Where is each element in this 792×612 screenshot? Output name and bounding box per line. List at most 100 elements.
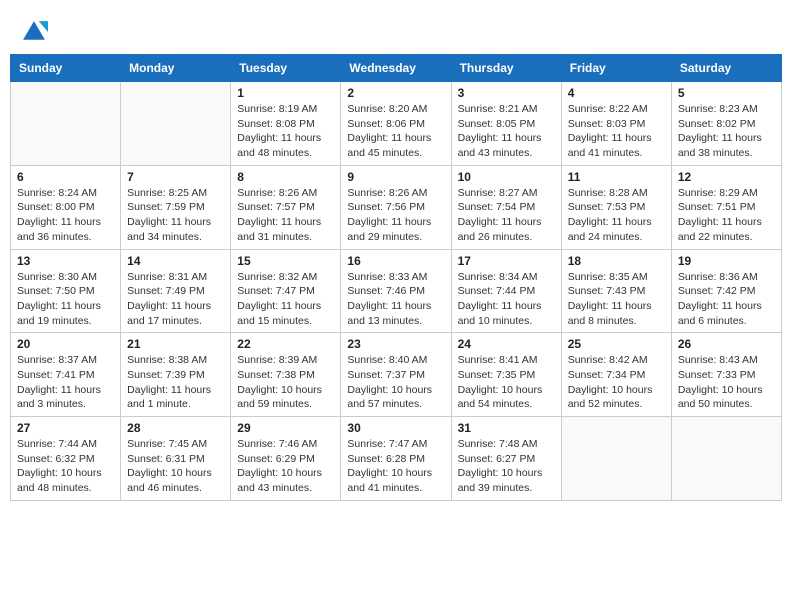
week-row-1: 1 Sunrise: 8:19 AMSunset: 8:08 PMDaylight… <box>11 82 782 166</box>
day-info: Sunrise: 8:26 AMSunset: 7:57 PMDaylight:… <box>237 186 334 245</box>
calendar-cell: 25 Sunrise: 8:42 AMSunset: 7:34 PMDayligh… <box>561 333 671 417</box>
day-number: 10 <box>458 170 555 184</box>
calendar-cell: 13Sunrise: 8:30 AMSunset: 7:50 PMDayligh… <box>11 249 121 333</box>
day-info: Sunrise: 8:25 AMSunset: 7:59 PMDaylight:… <box>127 186 224 245</box>
day-info: Sunrise: 8:33 AMSunset: 7:46 PMDaylight:… <box>347 270 444 329</box>
day-info: Sunrise: 8:19 AMSunset: 8:08 PMDaylight:… <box>237 102 334 161</box>
calendar-cell <box>671 417 781 501</box>
calendar-cell: 9 Sunrise: 8:26 AMSunset: 7:56 PMDaylight… <box>341 165 451 249</box>
day-number: 26 <box>678 337 775 351</box>
day-number: 9 <box>347 170 444 184</box>
day-number: 18 <box>568 254 665 268</box>
calendar-cell: 30 Sunrise: 7:47 AMSunset: 6:28 PMDayligh… <box>341 417 451 501</box>
day-number: 7 <box>127 170 224 184</box>
day-number: 19 <box>678 254 775 268</box>
calendar-cell: 15Sunrise: 8:32 AMSunset: 7:47 PMDayligh… <box>231 249 341 333</box>
calendar-cell: 26Sunrise: 8:43 AMSunset: 7:33 PMDayligh… <box>671 333 781 417</box>
calendar-cell: 5Sunrise: 8:23 AMSunset: 8:02 PMDaylight… <box>671 82 781 166</box>
day-info: Sunrise: 8:29 AMSunset: 7:51 PMDaylight:… <box>678 186 775 245</box>
day-number: 14 <box>127 254 224 268</box>
day-info: Sunrise: 8:37 AMSunset: 7:41 PMDaylight:… <box>17 353 114 412</box>
day-info: Sunrise: 8:35 AMSunset: 7:43 PMDaylight:… <box>568 270 665 329</box>
calendar-cell: 12 Sunrise: 8:29 AMSunset: 7:51 PMDayligh… <box>671 165 781 249</box>
calendar-cell: 24 Sunrise: 8:41 AMSunset: 7:35 PMDayligh… <box>451 333 561 417</box>
calendar-cell: 7 Sunrise: 8:25 AMSunset: 7:59 PMDaylight… <box>121 165 231 249</box>
calendar-cell <box>121 82 231 166</box>
calendar-cell: 20 Sunrise: 8:37 AMSunset: 7:41 PMDayligh… <box>11 333 121 417</box>
day-number: 8 <box>237 170 334 184</box>
header <box>0 0 792 54</box>
day-number: 17 <box>458 254 555 268</box>
day-number: 3 <box>458 86 555 100</box>
day-info: Sunrise: 7:47 AMSunset: 6:28 PMDaylight:… <box>347 437 444 496</box>
calendar-cell: 14Sunrise: 8:31 AMSunset: 7:49 PMDayligh… <box>121 249 231 333</box>
logo <box>20 18 52 46</box>
calendar-cell: 2 Sunrise: 8:20 AMSunset: 8:06 PMDaylight… <box>341 82 451 166</box>
calendar-cell: 23 Sunrise: 8:40 AMSunset: 7:37 PMDayligh… <box>341 333 451 417</box>
day-info: Sunrise: 8:42 AMSunset: 7:34 PMDaylight:… <box>568 353 665 412</box>
day-header-sunday: Sunday <box>11 55 121 82</box>
calendar-cell: 10 Sunrise: 8:27 AMSunset: 7:54 PMDayligh… <box>451 165 561 249</box>
calendar-cell: 8 Sunrise: 8:26 AMSunset: 7:57 PMDaylight… <box>231 165 341 249</box>
day-header-tuesday: Tuesday <box>231 55 341 82</box>
week-row-4: 20 Sunrise: 8:37 AMSunset: 7:41 PMDayligh… <box>11 333 782 417</box>
day-number: 2 <box>347 86 444 100</box>
calendar-cell: 17 Sunrise: 8:34 AMSunset: 7:44 PMDayligh… <box>451 249 561 333</box>
calendar-cell: 28Sunrise: 7:45 AMSunset: 6:31 PMDayligh… <box>121 417 231 501</box>
day-info: Sunrise: 8:41 AMSunset: 7:35 PMDaylight:… <box>458 353 555 412</box>
calendar-cell: 18 Sunrise: 8:35 AMSunset: 7:43 PMDayligh… <box>561 249 671 333</box>
day-number: 28 <box>127 421 224 435</box>
calendar-cell: 29 Sunrise: 7:46 AMSunset: 6:29 PMDayligh… <box>231 417 341 501</box>
day-header-friday: Friday <box>561 55 671 82</box>
day-number: 27 <box>17 421 114 435</box>
day-number: 16 <box>347 254 444 268</box>
day-number: 5 <box>678 86 775 100</box>
day-info: Sunrise: 8:38 AMSunset: 7:39 PMDaylight:… <box>127 353 224 412</box>
day-number: 29 <box>237 421 334 435</box>
calendar-cell: 21Sunrise: 8:38 AMSunset: 7:39 PMDayligh… <box>121 333 231 417</box>
day-header-monday: Monday <box>121 55 231 82</box>
day-info: Sunrise: 8:26 AMSunset: 7:56 PMDaylight:… <box>347 186 444 245</box>
calendar-cell <box>11 82 121 166</box>
calendar-cell: 11 Sunrise: 8:28 AMSunset: 7:53 PMDayligh… <box>561 165 671 249</box>
calendar-table: SundayMondayTuesdayWednesdayThursdayFrid… <box>10 54 782 501</box>
day-number: 24 <box>458 337 555 351</box>
day-info: Sunrise: 8:28 AMSunset: 7:53 PMDaylight:… <box>568 186 665 245</box>
day-info: Sunrise: 8:32 AMSunset: 7:47 PMDaylight:… <box>237 270 334 329</box>
day-number: 1 <box>237 86 334 100</box>
calendar-wrapper: SundayMondayTuesdayWednesdayThursdayFrid… <box>0 54 792 511</box>
calendar-body: 1 Sunrise: 8:19 AMSunset: 8:08 PMDaylight… <box>11 82 782 501</box>
day-number: 20 <box>17 337 114 351</box>
calendar-cell: 6 Sunrise: 8:24 AMSunset: 8:00 PMDaylight… <box>11 165 121 249</box>
day-number: 11 <box>568 170 665 184</box>
day-info: Sunrise: 8:34 AMSunset: 7:44 PMDaylight:… <box>458 270 555 329</box>
day-info: Sunrise: 8:20 AMSunset: 8:06 PMDaylight:… <box>347 102 444 161</box>
day-info: Sunrise: 7:46 AMSunset: 6:29 PMDaylight:… <box>237 437 334 496</box>
day-info: Sunrise: 8:36 AMSunset: 7:42 PMDaylight:… <box>678 270 775 329</box>
day-number: 12 <box>678 170 775 184</box>
calendar-cell: 1 Sunrise: 8:19 AMSunset: 8:08 PMDaylight… <box>231 82 341 166</box>
day-number: 31 <box>458 421 555 435</box>
day-number: 6 <box>17 170 114 184</box>
day-info: Sunrise: 8:27 AMSunset: 7:54 PMDaylight:… <box>458 186 555 245</box>
day-number: 22 <box>237 337 334 351</box>
day-header-wednesday: Wednesday <box>341 55 451 82</box>
day-info: Sunrise: 8:24 AMSunset: 8:00 PMDaylight:… <box>17 186 114 245</box>
day-info: Sunrise: 7:48 AMSunset: 6:27 PMDaylight:… <box>458 437 555 496</box>
calendar-cell: 22 Sunrise: 8:39 AMSunset: 7:38 PMDayligh… <box>231 333 341 417</box>
calendar-cell <box>561 417 671 501</box>
day-info: Sunrise: 7:44 AMSunset: 6:32 PMDaylight:… <box>17 437 114 496</box>
day-number: 25 <box>568 337 665 351</box>
calendar-cell: 27 Sunrise: 7:44 AMSunset: 6:32 PMDayligh… <box>11 417 121 501</box>
calendar-cell: 16 Sunrise: 8:33 AMSunset: 7:46 PMDayligh… <box>341 249 451 333</box>
day-info: Sunrise: 8:39 AMSunset: 7:38 PMDaylight:… <box>237 353 334 412</box>
day-number: 30 <box>347 421 444 435</box>
logo-icon <box>20 18 48 46</box>
week-row-3: 13Sunrise: 8:30 AMSunset: 7:50 PMDayligh… <box>11 249 782 333</box>
week-row-5: 27 Sunrise: 7:44 AMSunset: 6:32 PMDayligh… <box>11 417 782 501</box>
day-header-thursday: Thursday <box>451 55 561 82</box>
day-number: 23 <box>347 337 444 351</box>
calendar-header: SundayMondayTuesdayWednesdayThursdayFrid… <box>11 55 782 82</box>
day-info: Sunrise: 8:40 AMSunset: 7:37 PMDaylight:… <box>347 353 444 412</box>
calendar-cell: 31 Sunrise: 7:48 AMSunset: 6:27 PMDayligh… <box>451 417 561 501</box>
